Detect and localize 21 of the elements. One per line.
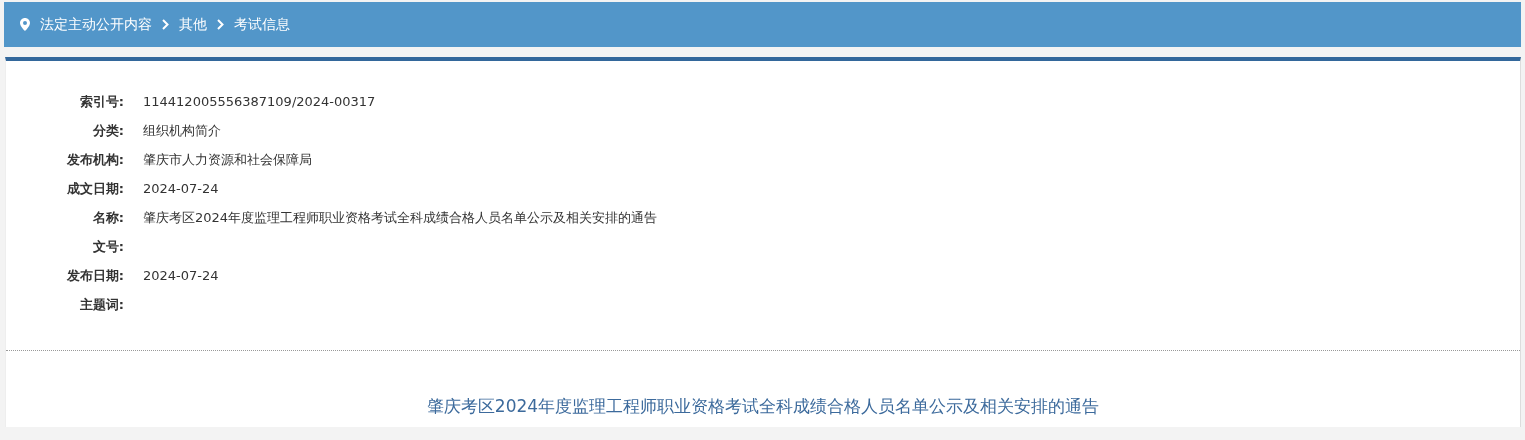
breadcrumb-link[interactable]: 其他 — [179, 15, 207, 34]
field-value: 肇庆市人力资源和社会保障局 — [143, 151, 313, 169]
field-label: 分类: — [91, 122, 124, 140]
field-label: 发布机构: — [65, 151, 124, 169]
field-value: 2024-07-24 — [143, 180, 220, 198]
field-value: 组织机构简介 — [143, 122, 222, 140]
location-pin-icon — [20, 18, 30, 31]
field-value: 114412005556387109/2024-00317 — [143, 93, 377, 111]
chevron-right-icon — [162, 19, 169, 30]
field-label: 主题词: — [78, 296, 124, 314]
field-label: 名称: — [91, 209, 124, 227]
chevron-right-icon — [217, 19, 224, 30]
breadcrumb-link[interactable]: 考试信息 — [234, 15, 290, 34]
article-title: 肇庆考区2024年度监理工程师职业资格考试全科成绩合格人员名单公示及相关安排的通告 — [425, 395, 1101, 418]
field-value: 肇庆考区2024年度监理工程师职业资格考试全科成绩合格人员名单公示及相关安排的通告 — [143, 209, 659, 227]
field-label: 成文日期: — [65, 180, 124, 198]
field-label: 发布日期: — [65, 267, 124, 285]
field-value: 2024-07-24 — [143, 267, 220, 285]
field-label: 文号: — [91, 238, 124, 256]
breadcrumb-link[interactable]: 法定主动公开内容 — [40, 15, 152, 34]
field-label: 索引号: — [78, 93, 124, 111]
